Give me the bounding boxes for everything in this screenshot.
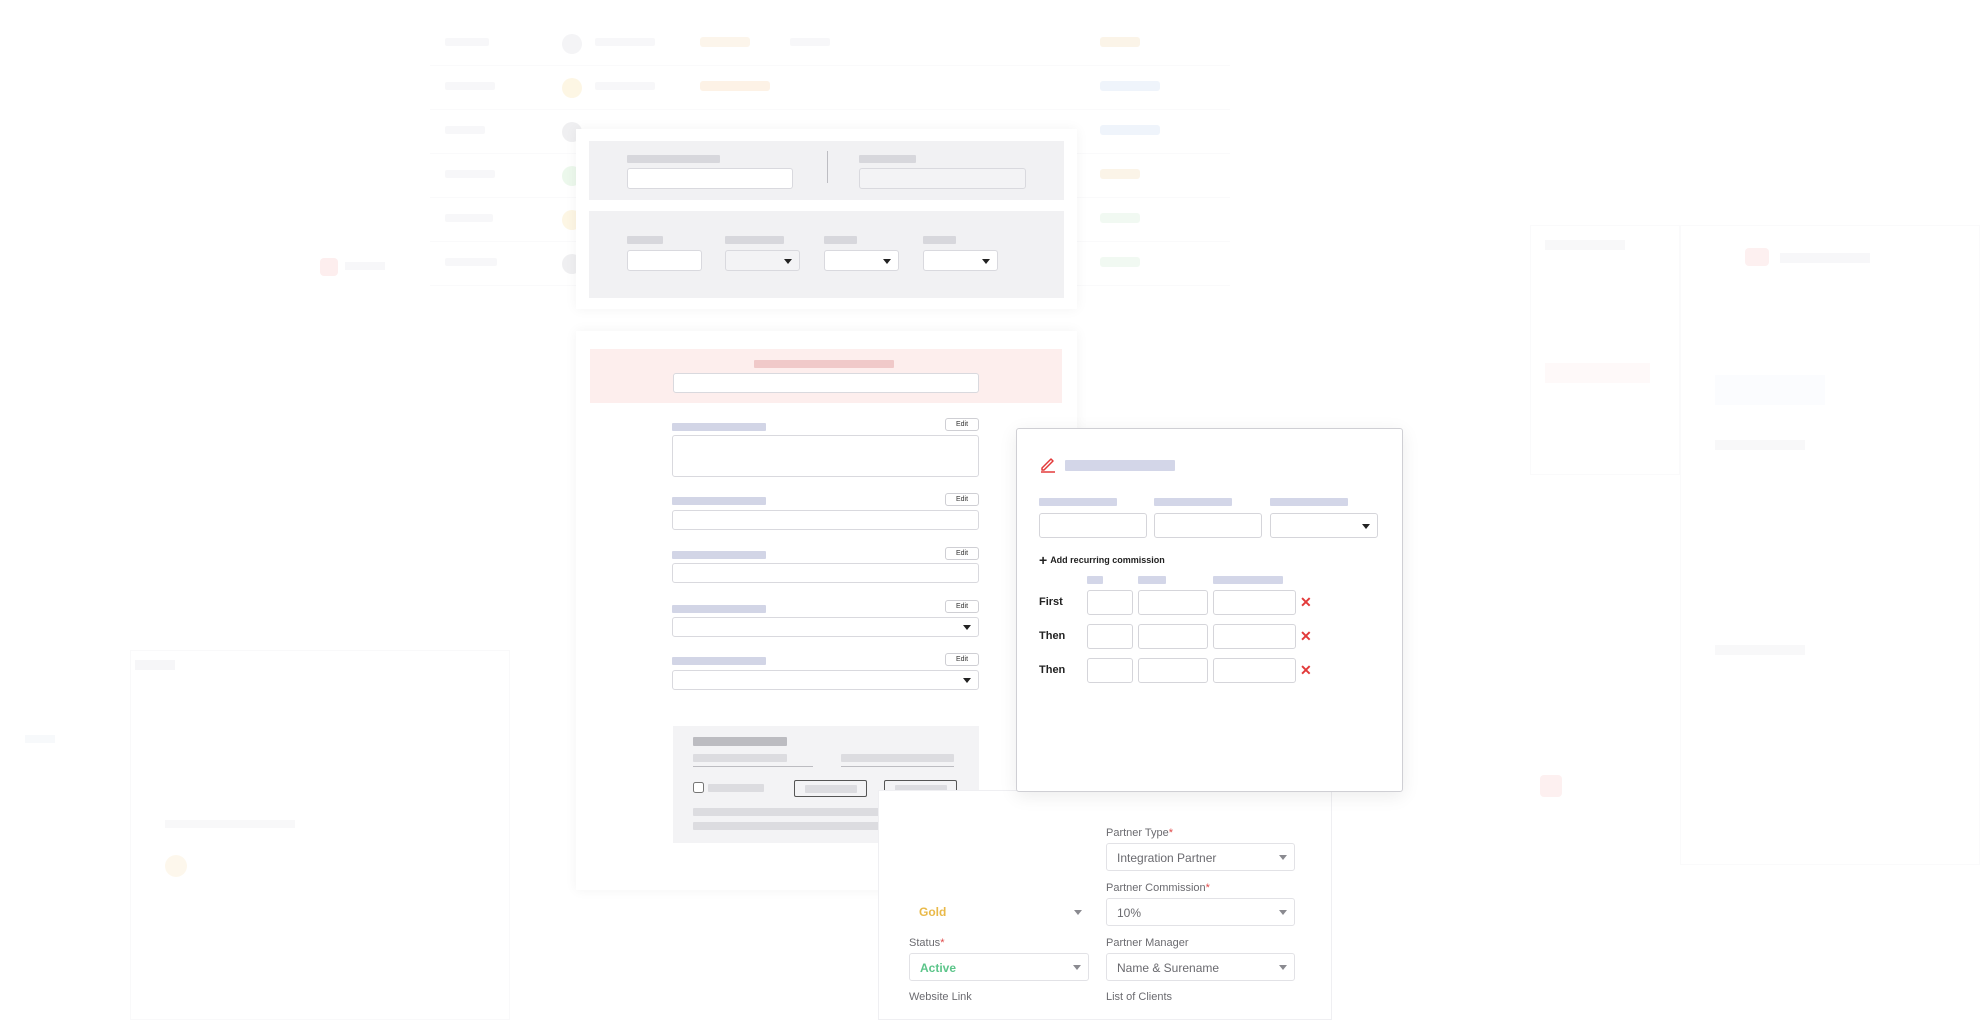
edit-button[interactable]: Edit (945, 418, 979, 431)
remove-row-icon[interactable]: ✕ (1300, 663, 1312, 677)
edit-button[interactable]: Edit (945, 600, 979, 613)
pencil-icon (1039, 455, 1057, 478)
rate-input[interactable] (1213, 590, 1296, 615)
wireframe-input[interactable] (672, 563, 979, 583)
partner-manager-label: Partner Manager (1106, 937, 1189, 949)
amount-input[interactable] (1138, 590, 1208, 615)
partner-manager-select[interactable]: Name & Surename (1106, 953, 1295, 981)
wireframe-textarea[interactable] (672, 435, 979, 477)
chevron-down-icon (784, 258, 792, 264)
column-label (1138, 576, 1166, 584)
wireframe-select[interactable] (725, 250, 800, 271)
chevron-down-icon (1074, 910, 1082, 915)
chevron-down-icon (1279, 910, 1287, 915)
chevron-down-icon (963, 678, 971, 683)
wireframe-highlight-band (590, 349, 1062, 403)
commission-input[interactable] (1039, 513, 1147, 538)
commission-input[interactable] (1154, 513, 1262, 538)
wireframe-input[interactable] (627, 250, 702, 271)
chevron-down-icon (1279, 855, 1287, 860)
rate-input[interactable] (1213, 624, 1296, 649)
rate-input[interactable] (1213, 658, 1296, 683)
wireframe-select[interactable] (923, 250, 998, 271)
wireframe-select[interactable] (672, 670, 979, 690)
wireframe-input[interactable] (672, 510, 979, 530)
row-label-then: Then (1039, 630, 1066, 642)
chevron-down-icon (963, 625, 971, 630)
table-row (430, 22, 1230, 66)
wireframe-select[interactable] (824, 250, 899, 271)
wireframe-button[interactable] (794, 780, 867, 797)
amount-input[interactable] (1138, 658, 1208, 683)
plus-icon: + (1039, 552, 1048, 568)
wireframe-input[interactable] (859, 168, 1026, 189)
edit-button[interactable]: Edit (945, 547, 979, 560)
amount-input[interactable] (1138, 624, 1208, 649)
chevron-down-icon (1362, 523, 1370, 529)
period-input[interactable] (1087, 658, 1133, 683)
period-input[interactable] (1087, 590, 1133, 615)
status-select[interactable]: Active (909, 953, 1089, 981)
wireframe-search-band (589, 141, 1064, 200)
edit-button[interactable]: Edit (945, 653, 979, 666)
field-label (1154, 498, 1232, 506)
field-label (1039, 498, 1117, 506)
wireframe-checkbox[interactable] (693, 782, 704, 793)
wireframe-select[interactable] (672, 617, 979, 637)
status-label: Status* (909, 937, 945, 949)
column-label (1213, 576, 1283, 584)
chevron-down-icon (883, 258, 891, 264)
wireframe-filter-band (589, 211, 1064, 298)
edit-button[interactable]: Edit (945, 493, 979, 506)
wireframe-input[interactable] (673, 373, 979, 393)
website-link-label: Website Link (909, 991, 972, 1003)
wireframe-header-panel (576, 129, 1077, 309)
table-row (430, 66, 1230, 110)
commission-dialog: + Add recurring commission First ✕ Then ✕… (1016, 428, 1403, 792)
row-label-then: Then (1039, 664, 1066, 676)
field-label (1270, 498, 1348, 506)
commission-select[interactable] (1270, 513, 1378, 538)
tier-select[interactable]: Gold (909, 898, 1089, 926)
chevron-down-icon (1279, 965, 1287, 970)
row-label-first: First (1039, 596, 1063, 608)
list-of-clients-label: List of Clients (1106, 991, 1173, 1003)
dialog-title (1065, 460, 1175, 471)
partner-commission-label: Partner Commission* (1106, 882, 1210, 894)
partner-type-label: Partner Type* (1106, 827, 1174, 839)
column-label (1087, 576, 1103, 584)
remove-row-icon[interactable]: ✕ (1300, 629, 1312, 643)
chevron-down-icon (1073, 965, 1081, 970)
partner-commission-select[interactable]: 10% (1106, 898, 1295, 926)
partner-form: Partner Type* Integration Partner Partne… (878, 790, 1332, 1020)
add-recurring-commission-button[interactable]: + Add recurring commission (1039, 552, 1165, 568)
wireframe-input[interactable] (627, 168, 793, 189)
partner-type-select[interactable]: Integration Partner (1106, 843, 1295, 871)
chevron-down-icon (982, 258, 990, 264)
period-input[interactable] (1087, 624, 1133, 649)
remove-row-icon[interactable]: ✕ (1300, 595, 1312, 609)
